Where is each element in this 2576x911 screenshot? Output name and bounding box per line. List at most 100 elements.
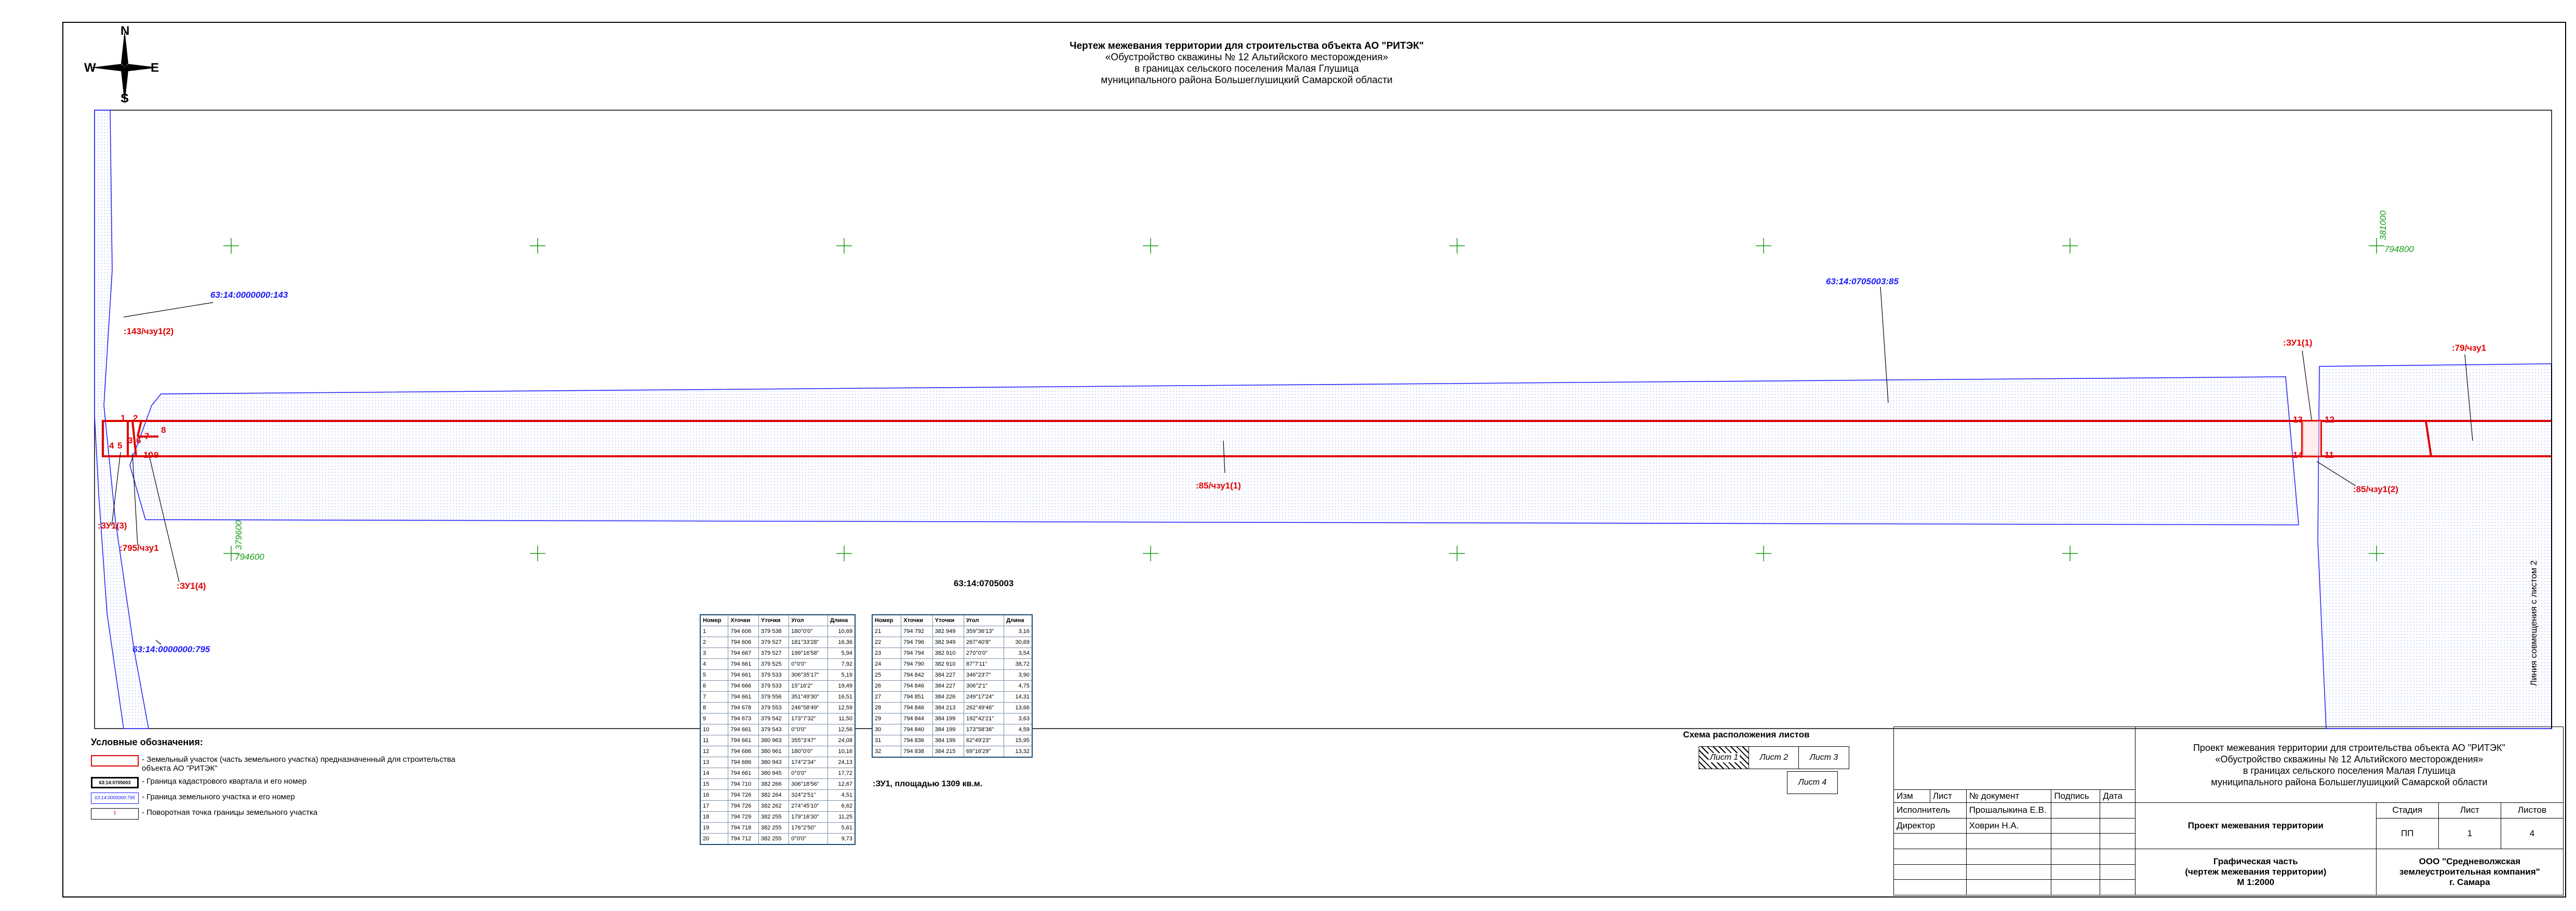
table-cell: 384 227 (932, 669, 965, 681)
title-line-3: в границах сельского поселения Малая Глу… (1134, 63, 1359, 74)
table-cell: 262°49'46" (964, 702, 1005, 714)
table-cell: 794 846 (901, 702, 933, 714)
stamp-h-list: Лист (1929, 789, 1967, 803)
table-cell: 28 (872, 702, 902, 714)
label-part-143: :143/чзу1(2) (124, 326, 174, 336)
table-cell: 249°17'24" (964, 691, 1005, 703)
table-cell: 794 796 (901, 637, 933, 648)
table-cell: 4 (700, 658, 729, 670)
table-cell: 6 (700, 680, 729, 692)
table-cell: 181°33'28" (789, 637, 828, 648)
table-cell: 306°18'56" (789, 778, 828, 790)
coord-table-2-header: Номер Xточки Yточки Угол Длина (872, 614, 1033, 626)
table-cell: 794 667 (728, 648, 759, 659)
table-cell: 13 (700, 757, 729, 768)
table-cell: 199°16'58" (789, 648, 828, 659)
label-zu1-3: :ЗУ1(3) (98, 521, 127, 531)
table-cell: 382 264 (758, 789, 790, 801)
table-row: 25 794 842 384 227 346°23'7" 3,90 (872, 669, 1033, 681)
legend-item-parcel: 63:14:0000000:795 - Граница земельного у… (91, 793, 486, 804)
table-cell: 274°45'10" (789, 800, 828, 812)
coord-col-header: Yточки (758, 614, 790, 626)
table-cell: 382 949 (932, 637, 965, 648)
node-4: 4 (109, 441, 114, 451)
table-cell: 6,62 (827, 800, 856, 812)
table-cell: 794 686 (728, 757, 759, 768)
table-cell: 382 266 (758, 778, 790, 790)
table-cell: 794 838 (901, 746, 933, 758)
stamp-role-1: Исполнитель (1893, 802, 1967, 818)
table-cell: 379 525 (758, 658, 790, 670)
stamp-h-sheets: Листов (2500, 802, 2564, 818)
table-row: 28 794 846 384 213 262°49'46" 13,66 (872, 702, 1033, 714)
table-row: 2 794 606 379 527 181°33'28" 16,36 (700, 637, 856, 648)
stamp-blank-cell (1966, 879, 2052, 895)
stamp-blank-cell (1966, 864, 2052, 880)
label-cad-795: 63:14:0000000:795 (132, 644, 210, 654)
table-cell: 12,56 (827, 724, 856, 735)
table-cell: 794 661 (728, 669, 759, 681)
coord-col-header: Длина (1004, 614, 1033, 626)
parcel-79 (2317, 363, 2552, 729)
stamp-row-blank-2: Графическая часть (чертеж межевания терр… (1893, 849, 2564, 895)
title-line-4: муниципального района Большеглушицкий Са… (1101, 75, 1393, 86)
table-cell: 379 533 (758, 680, 790, 692)
table-cell: 16,51 (827, 691, 856, 703)
table-cell: 15,95 (1004, 735, 1033, 746)
stamp-blank-cell (2051, 864, 2101, 880)
legend-item-point: 1 - Поворотная точка границы земельного … (91, 808, 486, 820)
table-cell: 3,54 (1004, 648, 1033, 659)
table-cell: 794 678 (728, 702, 759, 714)
stamp-blank-cell (2100, 879, 2135, 895)
table-row: 12 794 686 380 961 180°0'0" 10,16 (700, 746, 856, 757)
table-cell: 384 199 (932, 735, 965, 746)
table-cell: 20 (700, 833, 729, 845)
table-cell: 21 (872, 626, 902, 637)
table-row: 32 794 838 384 215 69°16'29" 13,32 (872, 746, 1033, 758)
sheet-box-2: Лист 2 (1749, 746, 1799, 769)
stamp-sign-1 (2051, 802, 2101, 818)
legend-item-quarter-text: - Граница кадастрового квартала и его но… (142, 777, 307, 786)
stamp-organization: ООО "Средневолжская землеустроительная к… (2375, 849, 2564, 895)
sheet-scheme-title: Схема расположения листов (1683, 730, 1810, 740)
table-cell: 794 726 (728, 800, 759, 812)
label-combine-line: Линия совмещения с листом 2 (2529, 560, 2539, 686)
stamp-blank-cell (1966, 849, 2052, 865)
table-cell: 379 527 (758, 637, 790, 648)
table-row: 8 794 678 379 553 246°58'49" 12,59 (700, 702, 856, 714)
stamp-name-1: Прошалыкина Е.В. (1966, 802, 2052, 818)
table-cell: 382 255 (758, 822, 790, 834)
table-row: 3 794 667 379 527 199°16'58" 5,94 (700, 648, 856, 659)
stamp-drawing-line-2: (чертеж межевания территории) (2185, 867, 2327, 877)
stamp-sign-2 (2051, 817, 2101, 834)
compass-n: N (121, 24, 130, 38)
table-row: 31 794 836 384 199 62°49'23" 15,95 (872, 735, 1033, 746)
table-cell: 794 661 (728, 691, 759, 703)
table-cell: 359°36'13" (964, 626, 1005, 637)
table-cell: 5,19 (827, 669, 856, 681)
title-line-1: Чертеж межевания территории для строител… (1070, 41, 1424, 51)
table-cell: 0°0'0" (789, 833, 828, 845)
legend-heading: Условные обозначения: (91, 737, 203, 747)
table-cell: 13,66 (1004, 702, 1033, 714)
stamp-drawing-title: Графическая часть (чертеж межевания терр… (2134, 849, 2377, 895)
table-cell: 355°3'47" (789, 735, 828, 746)
stamp-drawing-line-3: М 1:2000 (2237, 877, 2275, 888)
table-cell: 13,32 (1004, 746, 1033, 758)
table-cell: 12,67 (827, 778, 856, 790)
stamp-project-title: Проект межевания территории для строител… (2134, 726, 2564, 803)
table-cell: 14,31 (1004, 691, 1033, 703)
table-cell: 3,16 (1004, 626, 1033, 637)
table-cell: 379 543 (758, 724, 790, 735)
stamp-h-stage: Стадия (2375, 802, 2439, 818)
stamp-section: Проект межевания территории (2134, 802, 2377, 850)
legend-point-symbol: 1 (91, 808, 139, 820)
label-grid-y2: 794600 (235, 552, 264, 562)
legend-item-parcel-text: - Граница земельного участка и его номер (142, 793, 295, 801)
table-cell: 14 (700, 768, 729, 779)
stamp-project-line-4: муниципального района Большеглушицкий Са… (2211, 776, 2488, 787)
coord-table-1-header: Номер Xточки Yточки Угол Длина (700, 614, 856, 626)
stamp-blank-cell (2100, 833, 2135, 850)
sheet-box-4: Лист 4 (1787, 771, 1838, 794)
table-cell: 794 661 (728, 735, 759, 746)
